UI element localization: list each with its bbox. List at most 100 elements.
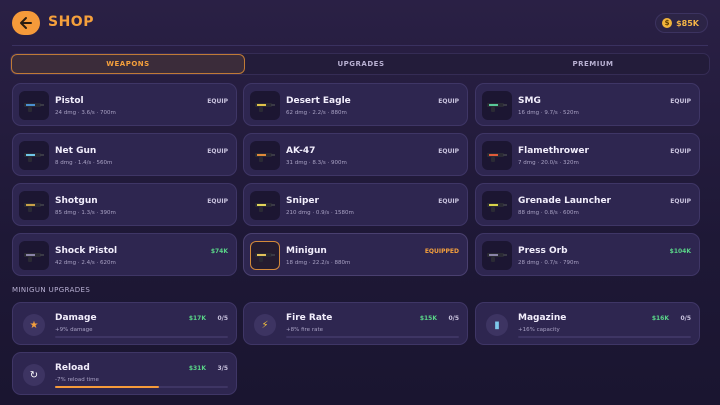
weapon-card[interactable]: Flamethrower 7 dmg · 20.0/s · 320m EQUIP [475, 133, 700, 176]
weapon-name: Grenade Launcher [518, 196, 611, 206]
star-icon: ★ [23, 314, 45, 336]
upgrade-name: Reload [55, 363, 90, 373]
lightning-icon: ⚡ [254, 314, 276, 336]
weapon-thumbnail [250, 141, 280, 170]
equip-button[interactable]: EQUIP [670, 148, 691, 155]
weapon-name: Minigun [286, 246, 327, 256]
weapon-thumbnail [482, 191, 512, 220]
net-gun-icon [24, 152, 44, 162]
tab-weapons[interactable]: WEAPONS [11, 54, 245, 74]
weapon-card[interactable]: Sniper 210 dmg · 0.9/s · 1580m EQUIP [243, 183, 468, 226]
weapon-thumbnail [482, 141, 512, 170]
back-button[interactable] [12, 11, 40, 35]
pistol-icon [24, 102, 44, 112]
upgrade-progress-fill [55, 386, 159, 388]
upgrade-price-button[interactable]: $16K [652, 315, 669, 322]
equip-button[interactable]: EQUIP [670, 198, 691, 205]
weapon-thumbnail [19, 141, 49, 170]
weapon-name: Net Gun [55, 146, 97, 156]
upgrade-progress-bar [518, 336, 691, 338]
weapon-card[interactable]: Desert Eagle 62 dmg · 2.2/s · 880m EQUIP [243, 83, 468, 126]
upgrade-progress-bar [55, 386, 228, 388]
upgrade-description: +9% damage [55, 327, 93, 333]
weapon-thumbnail [250, 241, 280, 270]
buy-price-button[interactable]: $74K [211, 248, 228, 255]
coin-value: $85K [676, 18, 699, 28]
press-orb-icon [487, 252, 507, 262]
coin-balance: $ $85K [655, 13, 708, 33]
upgrade-name: Damage [55, 313, 97, 323]
weapon-card[interactable]: Shock Pistol 42 dmg · 2.4/s · 620m $74K [12, 233, 237, 276]
weapon-card[interactable]: Shotgun 85 dmg · 1.3/s · 390m EQUIP [12, 183, 237, 226]
weapon-card[interactable]: AK-47 31 dmg · 8.3/s · 900m EQUIP [243, 133, 468, 176]
weapon-stats: 88 dmg · 0.8/s · 600m [518, 210, 579, 216]
weapon-card[interactable]: SMG 16 dmg · 9.7/s · 520m EQUIP [475, 83, 700, 126]
equipped-label: EQUIPPED [424, 248, 459, 255]
upgrade-description: -7% reload time [55, 377, 99, 383]
smg-icon [487, 102, 507, 112]
weapon-card[interactable]: Minigun 18 dmg · 22.2/s · 880m EQUIPPED [243, 233, 468, 276]
upgrade-level: 0/5 [217, 315, 228, 322]
upgrade-progress-bar [286, 336, 459, 338]
weapon-name: Shock Pistol [55, 246, 118, 256]
weapon-thumbnail [482, 241, 512, 270]
buy-price-button[interactable]: $104K [670, 248, 691, 255]
weapon-stats: 8 dmg · 1.4/s · 560m [55, 160, 113, 166]
upgrade-name: Magazine [518, 313, 567, 323]
upgrade-description: +8% fire rate [286, 327, 323, 333]
tab-premium[interactable]: PREMIUM [477, 54, 709, 74]
equip-button[interactable]: EQUIP [438, 198, 459, 205]
reload-icon: ↻ [23, 364, 45, 386]
coin-icon: $ [662, 18, 673, 28]
weapon-card[interactable]: Grenade Launcher 88 dmg · 0.8/s · 600m EQU… [475, 183, 700, 226]
page-title: SHOP [48, 14, 94, 30]
weapon-stats: 16 dmg · 9.7/s · 520m [518, 110, 579, 116]
magazine-icon: ▮ [486, 314, 508, 336]
weapon-thumbnail [19, 241, 49, 270]
weapon-stats: 85 dmg · 1.3/s · 390m [55, 210, 116, 216]
upgrade-level: 3/5 [217, 365, 228, 372]
equip-button[interactable]: EQUIP [670, 98, 691, 105]
equip-button[interactable]: EQUIP [438, 148, 459, 155]
weapon-stats: 28 dmg · 0.7/s · 790m [518, 260, 579, 266]
tab-upgrades[interactable]: UPGRADES [245, 54, 477, 74]
upgrade-level: 0/5 [448, 315, 459, 322]
header-divider [12, 45, 708, 46]
sniper-icon [255, 202, 275, 212]
ak47-icon [255, 152, 275, 162]
flamethrower-icon [487, 152, 507, 162]
equip-button[interactable]: EQUIP [438, 98, 459, 105]
weapon-name: AK-47 [286, 146, 316, 156]
weapon-stats: 210 dmg · 0.9/s · 1580m [286, 210, 354, 216]
weapon-name: Flamethrower [518, 146, 589, 156]
weapon-card[interactable]: Press Orb 28 dmg · 0.7/s · 790m $104K [475, 233, 700, 276]
weapon-thumbnail [250, 191, 280, 220]
upgrade-card[interactable]: ⚡ Fire Rate +8% fire rate $15K 0/5 [243, 302, 468, 345]
weapon-name: Press Orb [518, 246, 568, 256]
weapon-name: SMG [518, 96, 541, 106]
weapon-card[interactable]: Net Gun 8 dmg · 1.4/s · 560m EQUIP [12, 133, 237, 176]
weapon-thumbnail [19, 91, 49, 120]
desert-eagle-icon [255, 102, 275, 112]
upgrade-price-button[interactable]: $15K [420, 315, 437, 322]
weapon-name: Shotgun [55, 196, 98, 206]
weapon-stats: 31 dmg · 8.3/s · 900m [286, 160, 347, 166]
upgrade-price-button[interactable]: $17K [189, 315, 206, 322]
weapon-card[interactable]: Pistol 24 dmg · 3.6/s · 700m EQUIP [12, 83, 237, 126]
equip-button[interactable]: EQUIP [207, 148, 228, 155]
upgrade-description: +16% capacity [518, 327, 560, 333]
shop-header: SHOP $ $85K [0, 0, 720, 46]
weapon-name: Pistol [55, 96, 84, 106]
weapon-stats: 62 dmg · 2.2/s · 880m [286, 110, 347, 116]
upgrade-card[interactable]: ★ Damage +9% damage $17K 0/5 [12, 302, 237, 345]
upgrade-price-button[interactable]: $31K [189, 365, 206, 372]
equip-button[interactable]: EQUIP [207, 198, 228, 205]
upgrade-progress-bar [55, 336, 228, 338]
upgrades-section-title: MINIGUN UPGRADES [12, 286, 91, 294]
arrow-left-icon [20, 17, 32, 29]
equip-button[interactable]: EQUIP [207, 98, 228, 105]
weapon-name: Desert Eagle [286, 96, 351, 106]
upgrade-card[interactable]: ▮ Magazine +16% capacity $16K 0/5 [475, 302, 700, 345]
upgrade-card[interactable]: ↻ Reload -7% reload time $31K 3/5 [12, 352, 237, 395]
shop-tabs: WEAPONS UPGRADES PREMIUM [10, 53, 710, 75]
